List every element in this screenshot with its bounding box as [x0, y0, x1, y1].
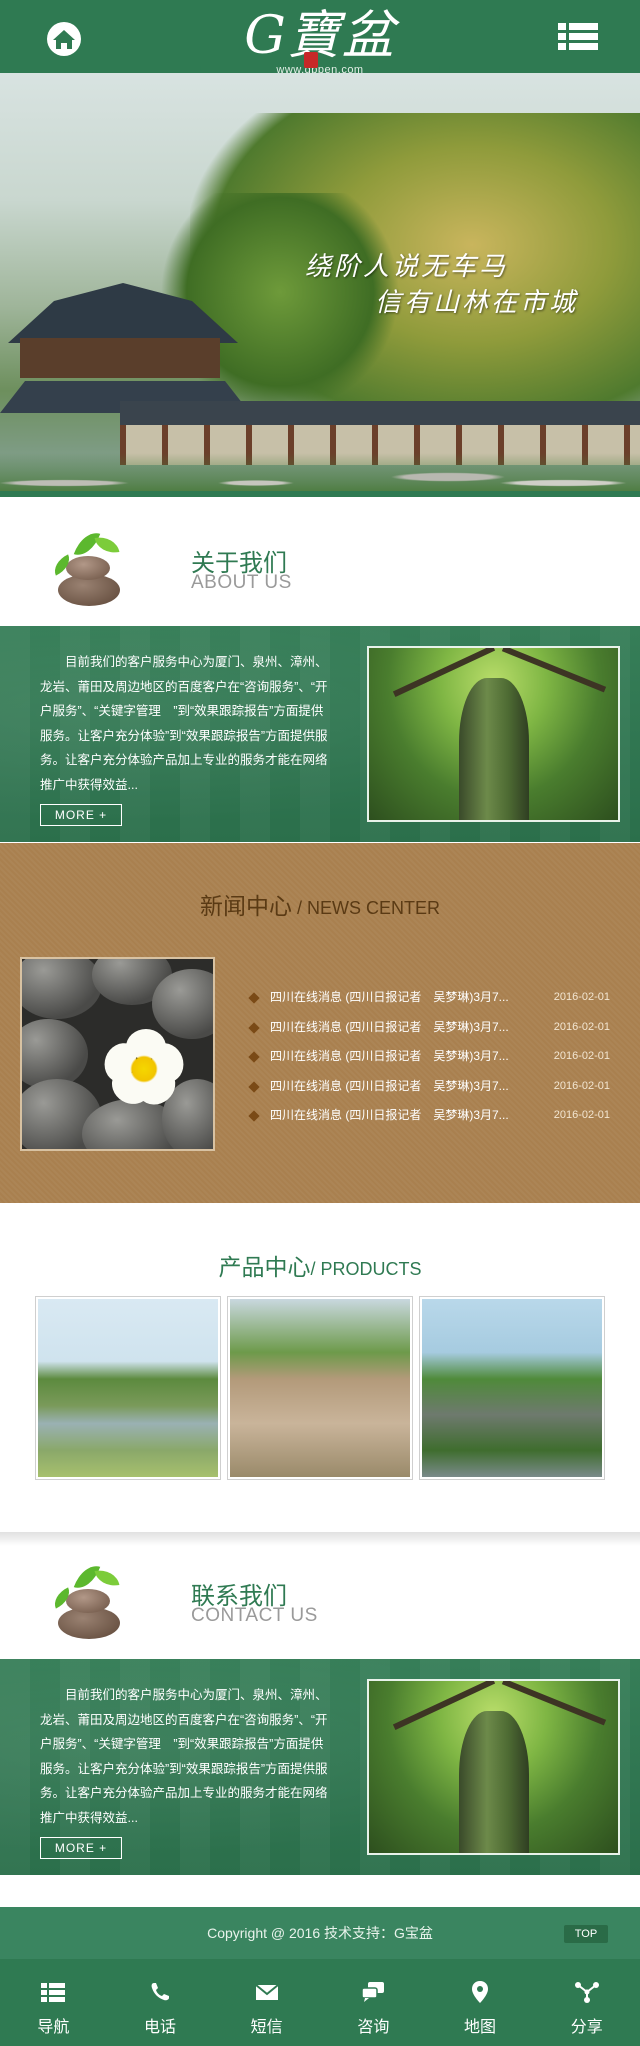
- news-item-title: 四川在线消息 (四川日报记者 吴梦琳)3月7...: [270, 1019, 509, 1034]
- hero-banner: 绕阶人说无车马 信有山林在市城: [0, 73, 640, 497]
- nav-item-share[interactable]: 分享: [533, 1959, 640, 2046]
- bottom-nav: 导航 电话 短信 咨询 地图 分享: [0, 1959, 640, 2046]
- copyright-text: Copyright @ 2016 技术支持：G宝盆: [207, 1925, 433, 1941]
- diamond-bullet-icon: [248, 1080, 260, 1093]
- news-section: 新闻中心 / NEWS CENTER 四川在线消息 (四川日报记者 吴梦琳)3月…: [0, 843, 640, 1203]
- chat-icon: [361, 1982, 385, 2002]
- product-card[interactable]: [35, 1296, 221, 1480]
- corridor-roof: [120, 401, 640, 425]
- section-divider: [0, 1532, 640, 1546]
- nav-label: 分享: [570, 2019, 603, 2036]
- about-tree-photo: [367, 646, 620, 822]
- contact-more-button[interactable]: MORE +: [40, 1837, 122, 1859]
- stones-leaf-icon: [49, 526, 132, 606]
- diamond-bullet-icon: [248, 1051, 260, 1063]
- pavilion-body: [20, 338, 220, 378]
- about-section: 目前我们的客户服务中心为厦门、泉州、漳州、龙岩、莆田及周边地区的百度客户在“咨询…: [0, 626, 640, 842]
- nav-item-sms[interactable]: 短信: [213, 1959, 320, 2046]
- news-item-date: 2016-02-01: [553, 991, 610, 1003]
- contact-section: 目前我们的客户服务中心为厦门、泉州、漳州、龙岩、莆田及周边地区的百度客户在“咨询…: [0, 1659, 640, 1875]
- nav-label: 短信: [250, 2019, 283, 2036]
- logo-text: G寶盆: [244, 6, 396, 66]
- nav-label: 咨询: [357, 2019, 390, 2036]
- nav-item-consult[interactable]: 咨询: [320, 1959, 427, 2046]
- news-title-separator: /: [291, 898, 307, 918]
- news-item[interactable]: 四川在线消息 (四川日报记者 吴梦琳)3月7... 2016-02-01: [248, 1101, 620, 1131]
- products-title: 产品中心/ PRODUCTS: [0, 1248, 640, 1282]
- products-title-cn: 产品中心: [218, 1254, 311, 1280]
- footer: Copyright @ 2016 技术支持：G宝盆 TOP: [0, 1907, 640, 1959]
- list-menu-icon: [558, 23, 598, 50]
- contact-tree-photo: [367, 1679, 620, 1855]
- menu-button[interactable]: [556, 20, 600, 54]
- news-item-date: 2016-02-01: [553, 1079, 610, 1092]
- stones-leaf-icon: [49, 1559, 132, 1639]
- diamond-bullet-icon: [248, 1110, 260, 1122]
- news-flower-photo: [20, 957, 215, 1151]
- back-to-top-button[interactable]: TOP: [564, 1925, 608, 1943]
- news-item-title: 四川在线消息 (四川日报记者 吴梦琳)3月7...: [270, 1108, 509, 1122]
- slogan-line-1: 绕阶人说无车马: [305, 252, 509, 282]
- news-title: 新闻中心 / NEWS CENTER: [0, 887, 640, 921]
- product-card[interactable]: [227, 1296, 413, 1480]
- products-title-en: PRODUCTS: [320, 1259, 422, 1279]
- home-icon: [47, 22, 81, 56]
- products-title-separator: /: [310, 1259, 321, 1279]
- about-subtitle: ABOUT US: [191, 572, 292, 593]
- news-title-cn: 新闻中心: [199, 893, 292, 919]
- news-item-title: 四川在线消息 (四川日报记者 吴梦琳)3月7...: [270, 1078, 509, 1093]
- nav-item-phone[interactable]: 电话: [107, 1959, 214, 2046]
- product-image-rockery: [422, 1299, 602, 1477]
- logo-seal: [304, 52, 318, 68]
- list-icon: [41, 1983, 66, 2002]
- news-item-date: 2016-02-01: [553, 1020, 610, 1033]
- nav-label: 电话: [144, 2019, 177, 2036]
- about-more-button[interactable]: MORE +: [40, 804, 122, 826]
- product-card[interactable]: [419, 1296, 605, 1480]
- share-icon: [574, 1982, 599, 2003]
- news-title-en: NEWS CENTER: [307, 898, 441, 918]
- nav-label: 地图: [464, 2019, 497, 2036]
- news-list: 四川在线消息 (四川日报记者 吴梦琳)3月7... 2016-02-01 四川在线…: [248, 983, 620, 1131]
- diamond-bullet-icon: [248, 1021, 260, 1034]
- news-item-title: 四川在线消息 (四川日报记者 吴梦琳)3月7...: [270, 1049, 509, 1063]
- nav-item-navigation[interactable]: 导航: [0, 1959, 107, 2046]
- product-image-garden-pond: [38, 1299, 218, 1477]
- nav-label: 导航: [37, 2019, 70, 2036]
- product-image-gazebo: [230, 1299, 410, 1477]
- envelope-icon: [255, 1984, 279, 2000]
- contact-text: 目前我们的客户服务中心为厦门、泉州、漳州、龙岩、莆田及周边地区的百度客户在“咨询…: [40, 1688, 328, 1825]
- map-pin-icon: [472, 1981, 489, 2003]
- about-text: 目前我们的客户服务中心为厦门、泉州、漳州、龙岩、莆田及周边地区的百度客户在“咨询…: [40, 655, 328, 792]
- news-item-date: 2016-02-01: [553, 1050, 610, 1062]
- news-item-date: 2016-02-01: [553, 1109, 610, 1121]
- contact-subtitle: CONTACT US: [191, 1605, 318, 1626]
- nav-item-map[interactable]: 地图: [427, 1959, 534, 2046]
- home-button[interactable]: [44, 20, 84, 58]
- phone-icon: [151, 1983, 169, 2001]
- news-item[interactable]: 四川在线消息 (四川日报记者 吴梦琳)3月7... 2016-02-01: [248, 983, 620, 1013]
- diamond-bullet-icon: [248, 992, 260, 1004]
- news-item-title: 四川在线消息 (四川日报记者 吴梦琳)3月7...: [270, 990, 509, 1004]
- banner-slogan: 绕阶人说无车马 信有山林在市城: [305, 249, 605, 321]
- slogan-line-2: 信有山林在市城: [375, 288, 579, 318]
- news-item[interactable]: 四川在线消息 (四川日报记者 吴梦琳)3月7... 2016-02-01: [248, 1072, 620, 1102]
- banner-divider: [0, 491, 640, 497]
- news-item[interactable]: 四川在线消息 (四川日报记者 吴梦琳)3月7... 2016-02-01: [248, 1013, 620, 1043]
- news-item[interactable]: 四川在线消息 (四川日报记者 吴梦琳)3月7... 2016-02-01: [248, 1042, 620, 1072]
